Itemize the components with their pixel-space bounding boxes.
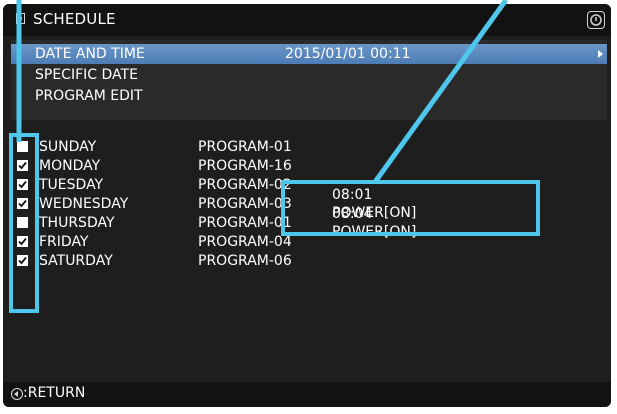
menu-item-label: PROGRAM EDIT: [35, 88, 143, 104]
day-label: WEDNESDAY: [39, 196, 129, 212]
program-value[interactable]: PROGRAM-02: [198, 176, 292, 194]
schedule-menu: DATE AND TIME 2015/01/01 00:11 SPECIFIC …: [11, 40, 607, 120]
day-label: SUNDAY: [39, 139, 97, 155]
title-bar: SCHEDULE: [3, 4, 611, 36]
date-time-value: 2015/01/01 00:11: [285, 46, 411, 62]
schedule-row-friday: FRIDAY PROGRAM-04: [17, 233, 317, 251]
help-icon[interactable]: [587, 11, 605, 29]
menu-item-date-and-time[interactable]: DATE AND TIME 2015/01/01 00:11: [11, 44, 607, 64]
menu-item-program-edit[interactable]: PROGRAM EDIT: [11, 86, 607, 106]
program-value[interactable]: PROGRAM-03: [198, 195, 292, 213]
schedule-row-tuesday: TUESDAY PROGRAM-02: [17, 176, 317, 194]
program-value[interactable]: PROGRAM-01: [198, 138, 292, 156]
menu-item-label: DATE AND TIME: [35, 46, 145, 62]
events-callout-box: [281, 180, 540, 236]
schedule-icon: [16, 13, 25, 24]
checkbox-callout-box: [9, 133, 39, 313]
day-label: TUESDAY: [39, 177, 104, 193]
program-value[interactable]: PROGRAM-04: [198, 233, 292, 251]
schedule-row-monday: MONDAY PROGRAM-16: [17, 157, 317, 175]
footer-bar: :RETURN: [3, 382, 611, 407]
return-label: :RETURN: [23, 385, 86, 401]
program-value[interactable]: PROGRAM-06: [198, 252, 292, 270]
schedule-row-saturday: SATURDAY PROGRAM-06: [17, 252, 317, 270]
menu-item-label: SPECIFIC DATE: [35, 67, 138, 83]
menu-item-specific-date[interactable]: SPECIFIC DATE: [11, 65, 607, 85]
day-label: SATURDAY: [39, 253, 113, 269]
day-label: THURSDAY: [39, 215, 115, 231]
schedule-row-wednesday: WEDNESDAY PROGRAM-03: [17, 195, 317, 213]
schedule-row-thursday: THURSDAY PROGRAM-01: [17, 214, 317, 232]
schedule-row-sunday: SUNDAY PROGRAM-01: [17, 138, 317, 156]
program-value[interactable]: PROGRAM-16: [198, 157, 292, 175]
window-title: SCHEDULE: [33, 10, 116, 28]
day-label: FRIDAY: [39, 234, 89, 250]
chevron-right-icon: [598, 50, 603, 58]
return-icon[interactable]: [11, 388, 23, 400]
day-label: MONDAY: [39, 158, 101, 174]
program-value[interactable]: PROGRAM-01: [198, 214, 292, 232]
